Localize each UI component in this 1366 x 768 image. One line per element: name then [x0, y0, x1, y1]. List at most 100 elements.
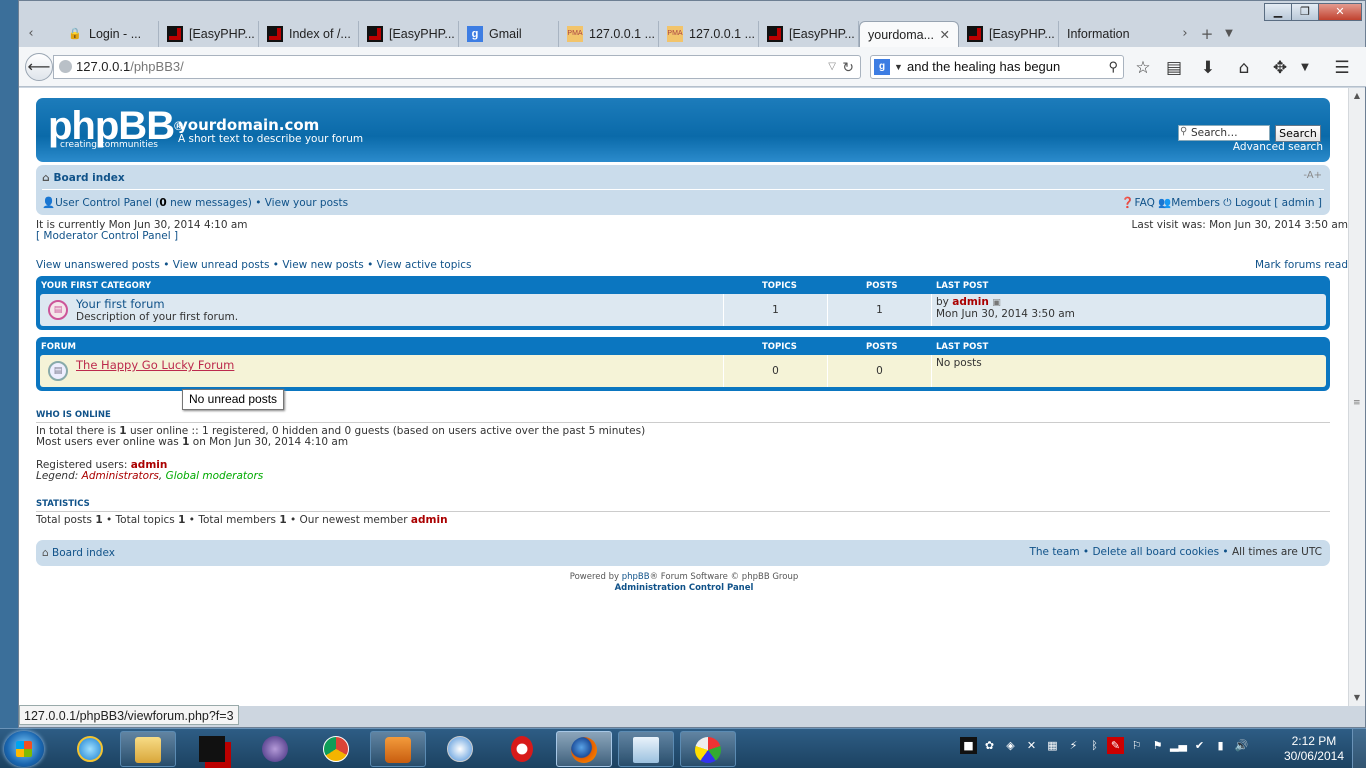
- easyphp-tray-icon[interactable]: ■: [960, 737, 977, 754]
- board-index-link[interactable]: Board index: [54, 172, 125, 184]
- forum-title-link[interactable]: Your first forum: [76, 297, 165, 311]
- action-center-icon[interactable]: ⚑: [1149, 737, 1166, 754]
- home-icon: ⌂: [42, 172, 50, 184]
- chrome-icon[interactable]: [308, 731, 364, 767]
- logout-link[interactable]: Logout [ admin ]: [1235, 197, 1322, 209]
- tab-index-of[interactable]: Index of /...: [259, 21, 359, 47]
- team-link[interactable]: The team: [1029, 546, 1079, 558]
- last-post-user-link[interactable]: admin: [952, 296, 989, 308]
- forum-search-input[interactable]: ⚲ Search…: [1178, 125, 1270, 141]
- tab-easyphp-2[interactable]: [EasyPHP...: [359, 21, 459, 47]
- unanswered-posts-link[interactable]: View unanswered posts: [36, 259, 160, 271]
- new-posts-link[interactable]: View new posts: [282, 259, 363, 271]
- tray-icon[interactable]: ⚐: [1128, 737, 1145, 754]
- search-icon[interactable]: ⚲: [1108, 56, 1118, 78]
- unread-posts-link[interactable]: View unread posts: [173, 259, 270, 271]
- new-tab-icon[interactable]: +: [1197, 21, 1217, 47]
- tab-easyphp-4[interactable]: [EasyPHP...: [959, 21, 1059, 47]
- file-explorer-icon[interactable]: [120, 731, 176, 767]
- delete-cookies-link[interactable]: Delete all board cookies: [1092, 546, 1219, 558]
- back-arrow-icon[interactable]: ⟵: [25, 53, 53, 81]
- phpbb-link[interactable]: phpBB: [622, 572, 650, 582]
- online-record: Most users ever online was 1 on Mon Jun …: [36, 436, 349, 448]
- advanced-search-link[interactable]: Advanced search: [1233, 141, 1323, 153]
- paint-icon[interactable]: [680, 731, 736, 767]
- notepad-icon[interactable]: [618, 731, 674, 767]
- media-player-icon[interactable]: [370, 731, 426, 767]
- google-icon[interactable]: g: [874, 59, 890, 75]
- scroll-up-icon[interactable]: ▲: [1349, 88, 1365, 104]
- bookmarks-list-icon[interactable]: ▤: [1163, 57, 1185, 79]
- global-moderators-link[interactable]: Global moderators: [166, 470, 264, 482]
- safari-icon[interactable]: [432, 731, 488, 767]
- pdf-icon[interactable]: ✎: [1107, 737, 1124, 754]
- board-index-link[interactable]: Board index: [52, 547, 115, 559]
- menu-icon[interactable]: ☰: [1331, 57, 1353, 79]
- view-latest-post-icon[interactable]: ▣: [992, 298, 1001, 308]
- tab-pma-2[interactable]: PMA 127.0.0.1 ...: [659, 21, 759, 47]
- addon-icon[interactable]: ✥: [1269, 57, 1291, 79]
- vertical-scrollbar[interactable]: ▲ ≡ ▼: [1348, 88, 1365, 706]
- bookmark-star-icon[interactable]: ☆: [1132, 57, 1154, 79]
- tray-icon[interactable]: ✿: [981, 737, 998, 754]
- windows-logo-icon: [16, 741, 32, 757]
- tab-scroll-right-icon[interactable]: ›: [1175, 21, 1195, 47]
- easyphp-icon[interactable]: [184, 731, 240, 767]
- administrators-link[interactable]: Administrators: [82, 470, 159, 482]
- signal-icon[interactable]: ▂▄: [1170, 737, 1187, 754]
- mcp-link[interactable]: [ Moderator Control Panel ]: [36, 230, 178, 242]
- tab-gmail[interactable]: g Gmail: [459, 21, 559, 47]
- downloads-icon[interactable]: ⬇: [1197, 57, 1219, 79]
- new-messages-link[interactable]: new messages: [170, 197, 248, 209]
- show-desktop-button[interactable]: [1352, 729, 1366, 768]
- tray-icon[interactable]: ◈: [1002, 737, 1019, 754]
- faq-link[interactable]: FAQ: [1135, 197, 1155, 209]
- category-title[interactable]: FORUM: [41, 342, 76, 352]
- tab-easyphp-1[interactable]: [EasyPHP...: [159, 21, 259, 47]
- tab-list-icon[interactable]: ▼: [1219, 21, 1239, 47]
- ucp-link[interactable]: User Control Panel: [55, 197, 152, 209]
- scroll-grip-icon[interactable]: ≡: [1353, 398, 1361, 408]
- lock-icon: 🔒: [68, 28, 82, 40]
- acp-link[interactable]: Administration Control Panel: [19, 583, 1349, 594]
- tray-icon[interactable]: ▦: [1044, 737, 1061, 754]
- tab-login[interactable]: 🔒 Login - ...: [59, 21, 159, 47]
- scroll-down-icon[interactable]: ▼: [1349, 690, 1365, 706]
- addon-dropdown-icon[interactable]: ▼: [1294, 57, 1316, 79]
- font-resize-icon[interactable]: -A+: [1303, 170, 1322, 181]
- tab-easyphp-3[interactable]: [EasyPHP...: [759, 21, 859, 47]
- tab-yourdomain[interactable]: yourdoma... ✕: [859, 21, 959, 47]
- forum-title-link[interactable]: The Happy Go Lucky Forum: [76, 358, 234, 372]
- tray-icon[interactable]: ✕: [1023, 737, 1040, 754]
- members-link[interactable]: Members: [1171, 197, 1220, 209]
- home-icon[interactable]: ⌂: [1233, 57, 1255, 79]
- tab-pma-1[interactable]: PMA 127.0.0.1 ...: [559, 21, 659, 47]
- eclipse-icon[interactable]: [247, 731, 303, 767]
- firefox-icon[interactable]: [556, 731, 612, 767]
- close-tab-icon[interactable]: ✕: [940, 27, 950, 42]
- internet-explorer-icon[interactable]: [62, 731, 118, 767]
- reload-icon[interactable]: ↻: [842, 56, 854, 78]
- who-is-online-heading[interactable]: WHO IS ONLINE: [36, 410, 111, 420]
- mark-read-link[interactable]: Mark forums read: [1255, 259, 1348, 271]
- battery-icon[interactable]: ▮: [1212, 737, 1229, 754]
- opera-icon[interactable]: [494, 731, 550, 767]
- tray-icon[interactable]: ⚡: [1065, 737, 1082, 754]
- bluetooth-icon[interactable]: ᛒ: [1086, 737, 1103, 754]
- clock[interactable]: 2:12 PM 30/06/2014: [1284, 734, 1344, 764]
- network-icon[interactable]: ✔: [1191, 737, 1208, 754]
- category-title[interactable]: YOUR FIRST CATEGORY: [41, 281, 151, 291]
- view-posts-link[interactable]: View your posts: [265, 197, 348, 209]
- forum-search-button[interactable]: Search: [1275, 125, 1321, 142]
- divider: [36, 422, 1330, 423]
- volume-icon[interactable]: 🔊: [1233, 737, 1250, 754]
- search-bar[interactable]: g ▼ and the healing has begun ⚲: [870, 55, 1124, 79]
- url-history-dropdown-icon[interactable]: ▽: [828, 56, 836, 78]
- newest-member-link[interactable]: admin: [411, 514, 448, 526]
- tab-scroll-left-icon[interactable]: ‹: [21, 21, 41, 47]
- start-button[interactable]: [4, 731, 44, 767]
- url-bar[interactable]: 127.0.0.1/phpBB3/ ▽ ↻: [53, 55, 861, 79]
- tab-information[interactable]: Information: [1059, 21, 1177, 47]
- active-topics-link[interactable]: View active topics: [377, 259, 472, 271]
- search-engine-dropdown-icon[interactable]: ▼: [894, 56, 903, 78]
